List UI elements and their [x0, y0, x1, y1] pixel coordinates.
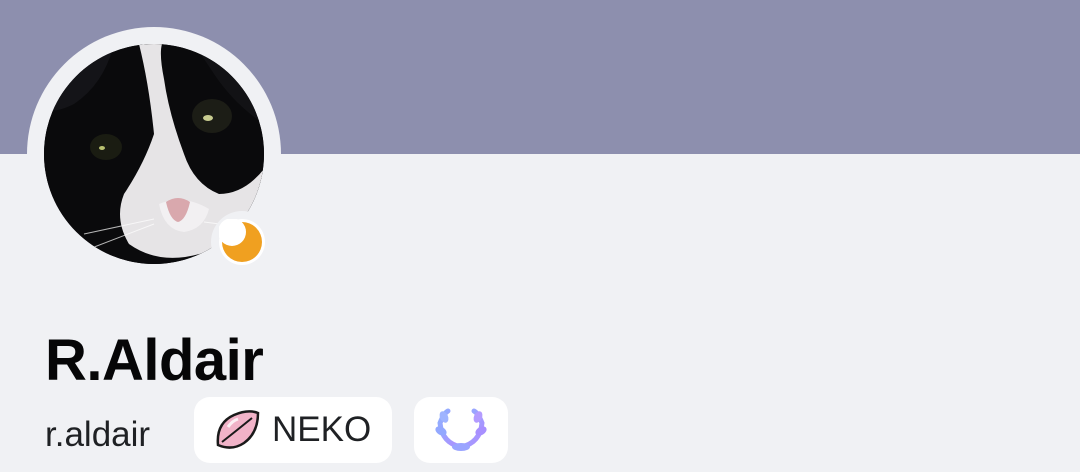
moon-icon	[219, 219, 262, 262]
badge[interactable]	[414, 397, 508, 463]
status-indicator	[219, 219, 265, 265]
server-tag-label: NEKO	[272, 410, 372, 449]
pink-leaf-icon	[214, 409, 260, 456]
server-tag[interactable]: NEKO	[194, 397, 392, 463]
laurel-wreath-icon	[434, 407, 488, 458]
username[interactable]: r.aldair	[45, 413, 150, 457]
display-name: R.Aldair	[45, 328, 264, 393]
